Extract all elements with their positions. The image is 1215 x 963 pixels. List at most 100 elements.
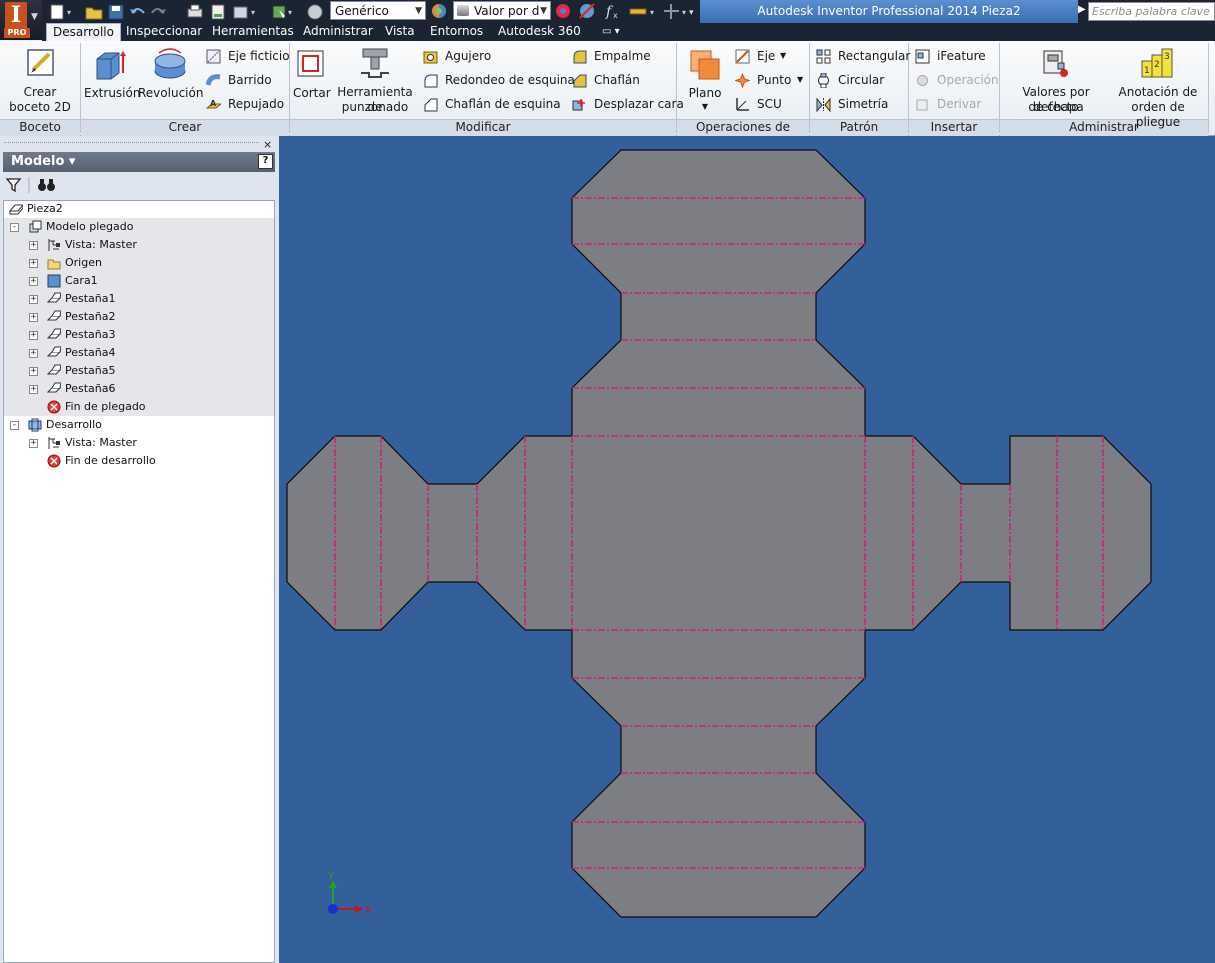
browser-header[interactable]: Modelo ▾ — [3, 152, 275, 172]
tree-item[interactable]: Vista: Master — [65, 236, 137, 254]
expand-icon[interactable]: + — [29, 313, 38, 322]
tree-item[interactable]: Pestaña6 — [65, 380, 116, 398]
expand-icon[interactable]: + — [29, 385, 38, 394]
tree-item[interactable]: Fin de desarrollo — [65, 452, 156, 470]
adjust-appearance-icon[interactable] — [556, 4, 570, 18]
panel-title-boceto[interactable]: Boceto — [0, 119, 80, 136]
tree-item[interactable]: Vista: Master — [65, 434, 137, 452]
ucs-button[interactable]: SCU — [735, 95, 805, 113]
emboss-button[interactable]: A Repujado — [206, 95, 286, 113]
expand-icon[interactable]: + — [29, 295, 38, 304]
expand-icon[interactable]: + — [29, 277, 38, 286]
tree-item[interactable]: Pestaña1 — [65, 290, 116, 308]
material-combo[interactable]: Genérico ▼ — [330, 1, 426, 20]
tree-item[interactable]: Origen — [65, 254, 102, 272]
mirror-button[interactable]: Simetría — [816, 95, 906, 113]
application-menu-button[interactable]: I PRO ▼ — [0, 0, 42, 40]
undo-icon[interactable] — [130, 8, 145, 14]
close-icon[interactable]: × — [263, 138, 272, 151]
expand-icon[interactable]: + — [29, 259, 38, 268]
collapse-icon[interactable]: - — [10, 223, 19, 232]
tab-inspeccionar[interactable]: Inspeccionar — [120, 23, 208, 41]
create-2d-sketch-button[interactable]: Crear boceto 2D — [4, 45, 76, 115]
tree-item[interactable]: Pestaña2 — [65, 308, 116, 326]
tree-item[interactable]: Cara1 — [65, 272, 98, 290]
select-mode-icon[interactable] — [272, 5, 286, 19]
hole-button[interactable]: Agujero — [423, 47, 563, 65]
customize-qat-icon[interactable]: ▾ — [689, 8, 694, 18]
tree-item[interactable]: Pieza2 — [27, 200, 63, 218]
save-icon[interactable] — [108, 4, 124, 20]
appearance-combo[interactable]: Valor por d ▼ — [453, 1, 551, 20]
work-plane-button[interactable]: Plano ▼ — [683, 45, 727, 115]
shift-face-button[interactable]: Desplazar cara — [572, 95, 684, 113]
panel-title-insertar[interactable]: Insertar — [909, 119, 999, 136]
rectangular-pattern-button[interactable]: Rectangular — [816, 47, 910, 65]
panel-title-modificar[interactable]: Modificar — [290, 119, 676, 136]
flat-pattern-sheet[interactable] — [286, 149, 1152, 918]
tree-item[interactable]: Pestaña4 — [65, 344, 116, 362]
panel-title-crear[interactable]: Crear — [81, 119, 289, 136]
derive-button[interactable]: Derivar — [915, 95, 997, 113]
tab-vista[interactable]: Vista — [379, 23, 421, 41]
tab-entornos[interactable]: Entornos — [424, 23, 489, 41]
corner-chamfer-button[interactable]: Chaflán de esquina — [423, 95, 563, 113]
sweep-button[interactable]: Barrido — [206, 71, 286, 89]
chamfer-button[interactable]: Chaflán — [572, 71, 672, 89]
open-icon[interactable] — [85, 7, 103, 20]
panel-title-operaciones[interactable]: Operaciones de trabajo — [677, 119, 809, 149]
fx-parameters-icon[interactable]: fx — [605, 4, 618, 20]
ifeature-button[interactable]: iFeature — [915, 47, 997, 65]
expand-icon[interactable]: + — [29, 439, 38, 448]
tab-herramientas[interactable]: Herramientas — [206, 23, 300, 41]
search-input[interactable]: Escriba palabra clave o frase — [1088, 2, 1215, 21]
filter-icon[interactable] — [5, 178, 22, 193]
chevron-down-icon: ▼ — [780, 51, 787, 60]
punch-tool-button[interactable]: Herramienta de punzonado — [332, 45, 418, 115]
find-binoculars-icon[interactable] — [38, 179, 55, 191]
revolve-button[interactable]: Revolución — [138, 45, 203, 105]
expand-icon[interactable]: + — [29, 367, 38, 376]
tree-item[interactable]: Pestaña3 — [65, 326, 116, 344]
appearance-icon[interactable] — [430, 3, 450, 20]
work-axis-button[interactable]: Eje ▼ — [735, 47, 805, 65]
clear-appearance-icon[interactable] — [579, 3, 595, 19]
ribbon-display-toggle-icon[interactable]: ▭ ▾ — [602, 23, 620, 41]
circular-pattern-button[interactable]: Circular — [816, 71, 906, 89]
graphics-viewport[interactable]: Y X — [279, 136, 1215, 963]
tab-desarrollo[interactable]: Desarrollo — [46, 23, 121, 41]
tree-item[interactable]: Pestaña5 — [65, 362, 116, 380]
tab-autodesk-360[interactable]: Autodesk 360 — [492, 23, 587, 41]
panel-grip[interactable] — [4, 142, 259, 144]
expand-icon[interactable]: + — [29, 241, 38, 250]
tab-administrar[interactable]: Administrar — [297, 23, 379, 41]
expand-icon[interactable]: + — [29, 331, 38, 340]
print-icon[interactable] — [187, 4, 203, 18]
update-icon[interactable] — [307, 4, 323, 20]
collapse-icon[interactable]: - — [10, 421, 19, 430]
tree-item[interactable]: Desarrollo — [46, 416, 102, 434]
search-expand-icon[interactable]: ▶ — [1078, 4, 1086, 15]
move-icon[interactable] — [664, 4, 679, 19]
work-point-button[interactable]: Punto ▼ — [735, 71, 805, 89]
expand-icon[interactable]: + — [29, 349, 38, 358]
panel-title-patron[interactable]: Patrón — [810, 119, 908, 136]
new-file-icon[interactable] — [50, 4, 64, 20]
corner-round-button[interactable]: Redondeo de esquina — [423, 71, 575, 89]
measure-icon[interactable] — [629, 8, 647, 15]
fillet-button[interactable]: Empalme — [572, 47, 672, 65]
cut-button[interactable]: Cortar — [293, 45, 331, 105]
bend-order-annotation-button[interactable]: 123 Anotación de orden de pliegue — [1110, 45, 1206, 129]
extrude-button[interactable]: Extrusión — [84, 45, 140, 105]
operation-button[interactable]: Operación — [915, 71, 999, 89]
tree-item[interactable]: Fin de plegado — [65, 398, 146, 416]
redo-icon[interactable] — [151, 8, 166, 14]
virtual-axis-button[interactable]: Eje ficticio — [206, 47, 290, 65]
flat-pattern-drawing[interactable]: Y X — [279, 136, 1215, 963]
tree-item[interactable]: Modelo plegado — [46, 218, 134, 236]
sheet-metal-defaults-button[interactable]: Valores por defecto de chapa — [1002, 45, 1110, 115]
project-icon[interactable] — [233, 6, 248, 19]
window-title: Autodesk Inventor Professional 2014 Piez… — [700, 0, 1078, 23]
iproperties-icon[interactable] — [211, 4, 225, 20]
help-icon[interactable]: ? — [258, 154, 273, 169]
